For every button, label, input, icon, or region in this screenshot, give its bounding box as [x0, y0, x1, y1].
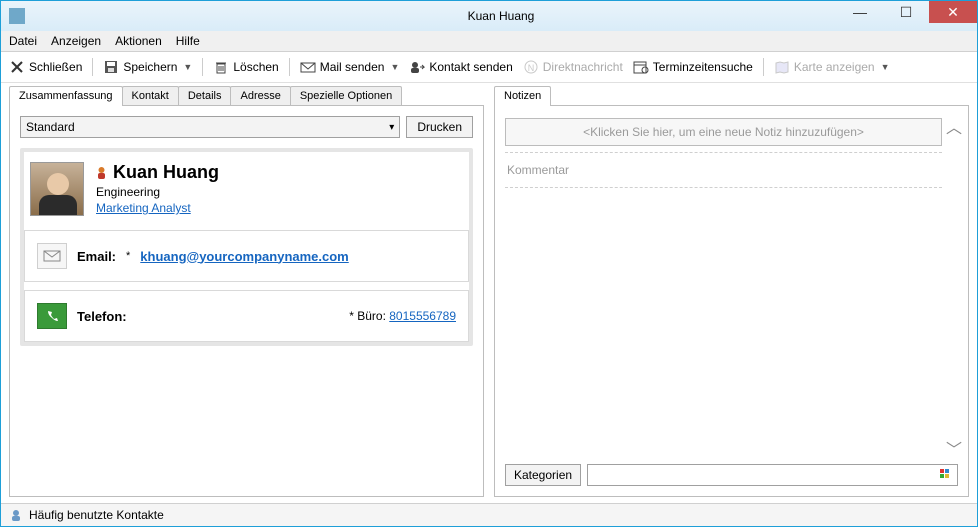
left-pane-body: Standard ▾ Drucken Kuan Huang Engineerin…: [9, 105, 484, 497]
save-icon: [103, 59, 119, 75]
right-pane-body: <Klicken Sie hier, um eine neue Notiz hi…: [494, 105, 969, 497]
save-button[interactable]: Speichern ▼: [103, 59, 192, 75]
calendar-search-icon: [633, 59, 649, 75]
tab-notizen[interactable]: Notizen: [494, 86, 551, 106]
map-icon: [774, 59, 790, 75]
show-map-label: Karte anzeigen: [794, 60, 875, 74]
scroll-down-icon[interactable]: ﹀: [946, 436, 962, 460]
delete-label: Löschen: [233, 60, 278, 74]
email-star: *: [126, 250, 130, 262]
dm-icon: N: [523, 59, 539, 75]
menu-anzeigen[interactable]: Anzeigen: [51, 34, 101, 48]
view-select[interactable]: Standard ▾: [20, 116, 400, 138]
mail-button[interactable]: Mail senden ▼: [300, 59, 400, 75]
identity-card: Kuan Huang Engineering Marketing Analyst: [24, 152, 469, 230]
toolbar-separator: [92, 58, 93, 76]
titlebar: Kuan Huang — ☐ ✕: [1, 1, 977, 31]
toolbar-separator: [202, 58, 203, 76]
chevron-down-icon: ▾: [389, 122, 394, 133]
left-tabstrip: Zusammenfassung Kontakt Details Adresse …: [9, 83, 484, 105]
contact-name: Kuan Huang: [113, 162, 219, 183]
right-tabstrip: Notizen: [494, 83, 969, 105]
close-window-button[interactable]: ✕: [929, 1, 977, 23]
timesearch-button[interactable]: Terminzeitensuche: [633, 59, 753, 75]
email-icon: [37, 243, 67, 269]
tab-kontakt[interactable]: Kontakt: [122, 86, 179, 105]
toolbar-separator: [763, 58, 764, 76]
email-card: Email: * khuang@yourcompanyname.com: [24, 230, 469, 282]
scroll-up-icon[interactable]: ︿: [946, 114, 962, 138]
left-pane: Zusammenfassung Kontakt Details Adresse …: [9, 83, 484, 497]
mail-label: Mail senden: [320, 60, 385, 74]
menu-datei[interactable]: Datei: [9, 34, 37, 48]
contact-send-button[interactable]: Kontakt senden: [409, 59, 512, 75]
menu-hilfe[interactable]: Hilfe: [176, 34, 200, 48]
menubar: Datei Anzeigen Aktionen Hilfe: [1, 31, 977, 52]
divider: [505, 187, 942, 188]
tab-zusammenfassung[interactable]: Zusammenfassung: [9, 86, 123, 106]
divider: [505, 152, 942, 153]
window-title: Kuan Huang: [25, 9, 977, 23]
chevron-down-icon[interactable]: ▼: [390, 62, 399, 72]
chevron-down-icon: ▼: [881, 62, 890, 72]
categories-field[interactable]: [587, 464, 958, 486]
print-button[interactable]: Drucken: [406, 116, 473, 138]
delete-button[interactable]: Löschen: [213, 59, 278, 75]
trash-icon: [213, 59, 229, 75]
phone-card: Telefon: * Büro: 8015556789: [24, 290, 469, 342]
timesearch-label: Terminzeitensuche: [653, 60, 753, 74]
close-icon: [9, 59, 25, 75]
view-select-value: Standard: [26, 120, 75, 134]
chevron-down-icon[interactable]: ▼: [183, 62, 192, 72]
statusbar: Häufig benutzte Kontakte: [1, 503, 977, 526]
phone-number-link[interactable]: 8015556789: [389, 309, 456, 323]
svg-text:N: N: [528, 63, 535, 73]
close-button[interactable]: Schließen: [9, 59, 82, 75]
app-icon: [9, 8, 25, 24]
save-label: Speichern: [123, 60, 177, 74]
tab-spezielle-optionen[interactable]: Spezielle Optionen: [290, 86, 402, 105]
contact-role-link[interactable]: Marketing Analyst: [96, 201, 191, 215]
tab-adresse[interactable]: Adresse: [230, 86, 290, 105]
statusbar-text[interactable]: Häufig benutzte Kontakte: [29, 508, 164, 522]
email-label: Email:: [77, 249, 116, 264]
person-icon: [96, 166, 107, 180]
categories-picker-icon[interactable]: [939, 468, 953, 482]
maximize-button[interactable]: ☐: [883, 1, 929, 23]
workspace: Zusammenfassung Kontakt Details Adresse …: [1, 83, 977, 503]
contact-send-label: Kontakt senden: [429, 60, 512, 74]
show-map-button: Karte anzeigen ▼: [774, 59, 890, 75]
add-note-input[interactable]: <Klicken Sie hier, um eine neue Notiz hi…: [505, 118, 942, 146]
contacts-icon: [9, 508, 23, 522]
tab-details[interactable]: Details: [178, 86, 232, 105]
menu-aktionen[interactable]: Aktionen: [115, 34, 162, 48]
phone-icon: [37, 303, 67, 329]
phone-label: Telefon:: [77, 309, 127, 324]
contact-send-icon: [409, 59, 425, 75]
minimize-button[interactable]: —: [837, 1, 883, 23]
close-label: Schließen: [29, 60, 82, 74]
contact-dept: Engineering: [96, 185, 219, 199]
summary-container: Kuan Huang Engineering Marketing Analyst…: [20, 148, 473, 346]
categories-button[interactable]: Kategorien: [505, 464, 581, 486]
dm-label: Direktnachricht: [543, 60, 623, 74]
toolbar-separator: [289, 58, 290, 76]
avatar: [30, 162, 84, 216]
email-link[interactable]: khuang@yourcompanyname.com: [140, 249, 348, 264]
comment-label: Kommentar: [503, 155, 944, 185]
phone-type: * Büro:: [349, 309, 386, 323]
direct-message-button: N Direktnachricht: [523, 59, 623, 75]
right-pane: Notizen <Klicken Sie hier, um eine neue …: [494, 83, 969, 497]
toolbar: Schließen Speichern ▼ Löschen Mail sende…: [1, 52, 977, 83]
mail-icon: [300, 59, 316, 75]
